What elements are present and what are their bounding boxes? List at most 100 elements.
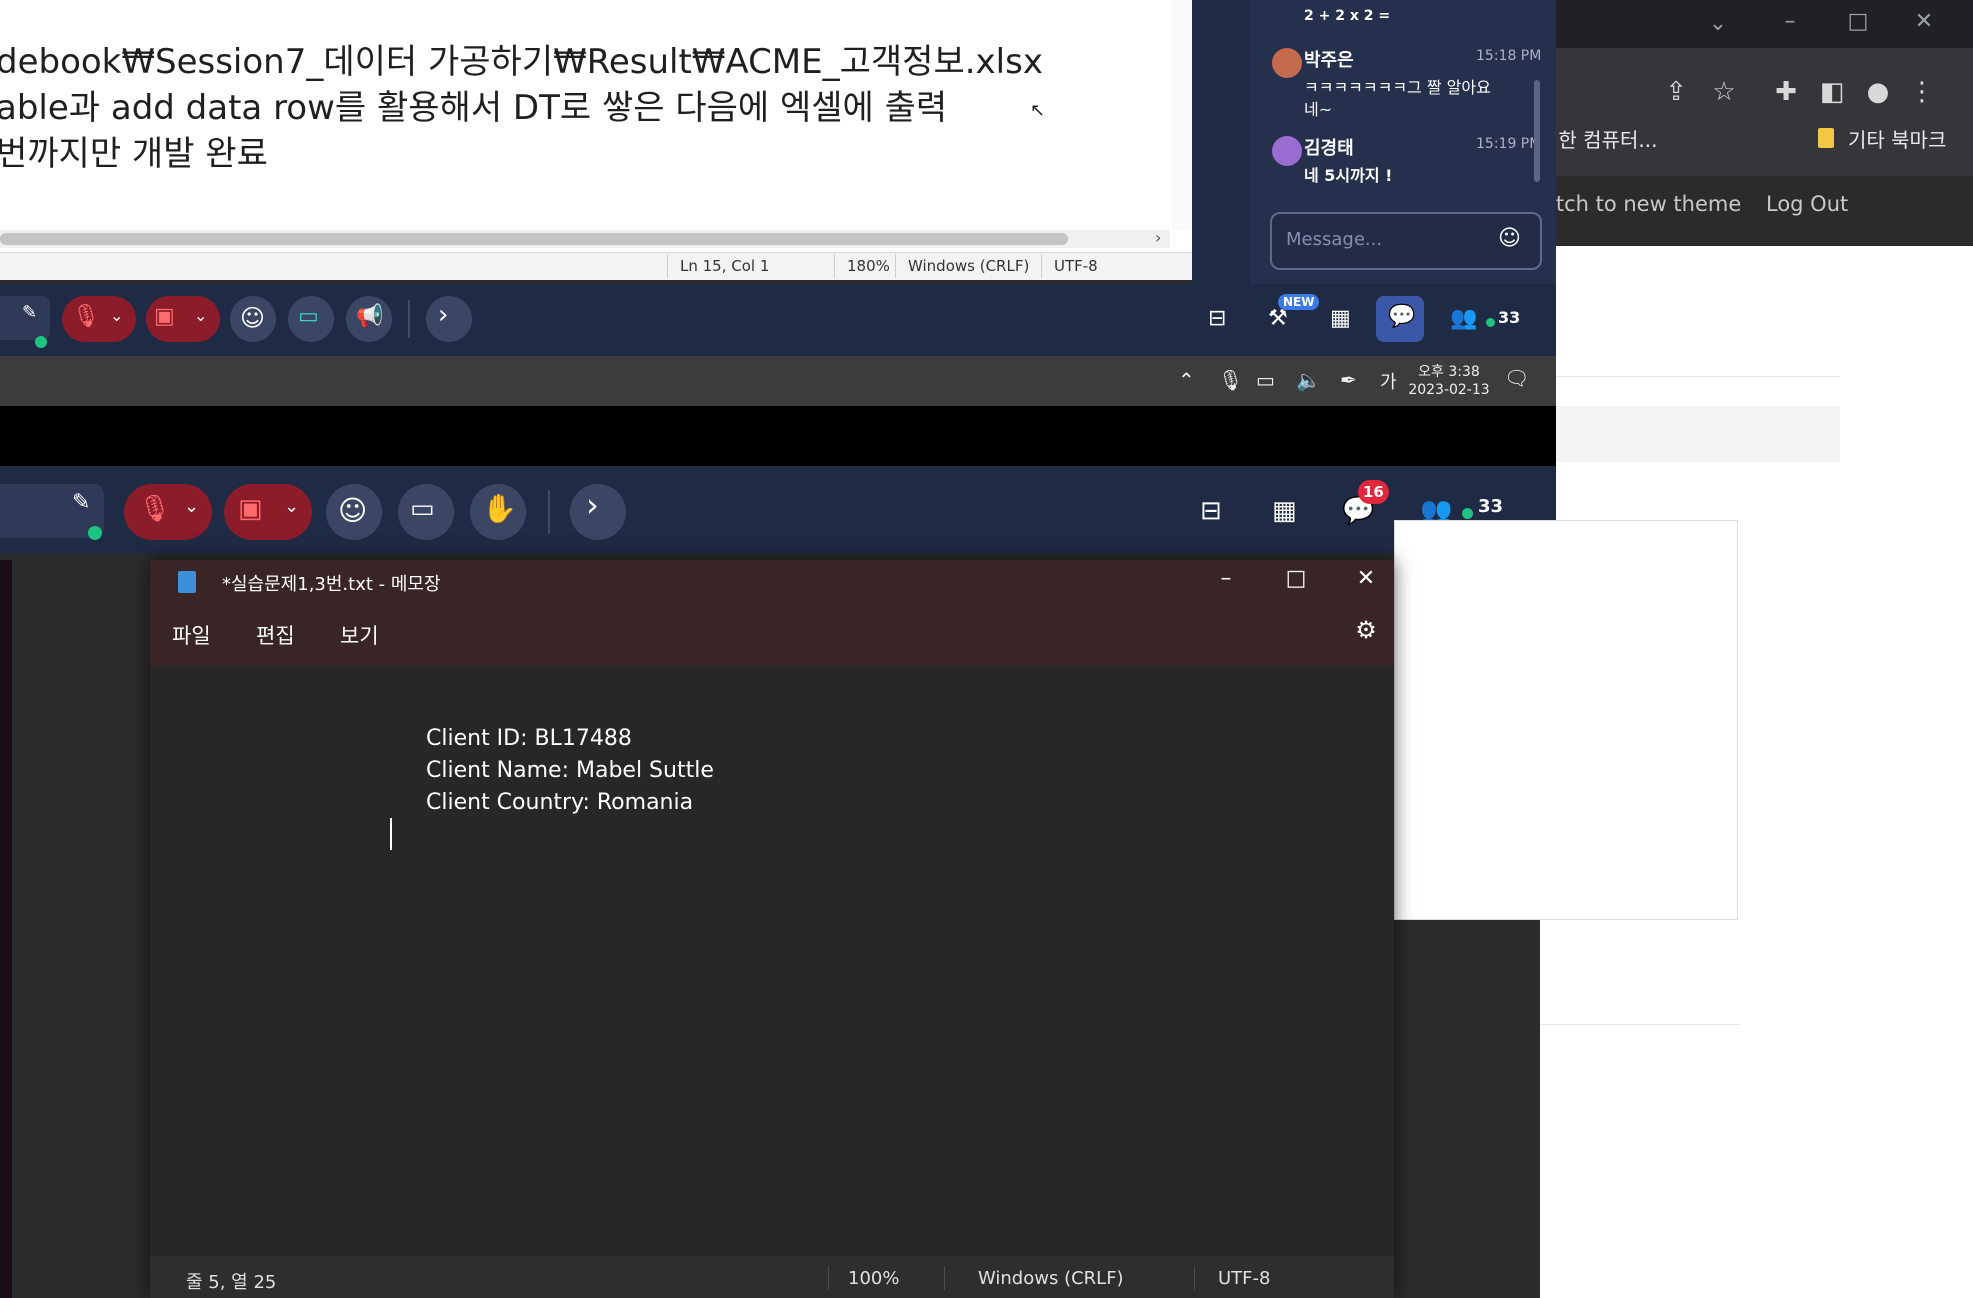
hand-icon: ✋ <box>482 492 517 525</box>
chat-message-line: 네 5시까지 ! <box>1304 166 1393 185</box>
extensions-icon[interactable]: ✚ <box>1766 72 1806 112</box>
chat-time: 15:18 PM <box>1476 48 1542 64</box>
maximize-icon[interactable]: □ <box>1276 566 1316 591</box>
text-line: debook₩Session7_데이터 가공하기₩Result₩ACME_고객정… <box>0 42 1043 82</box>
volume-icon[interactable]: 🔈 <box>1296 368 1321 392</box>
whiteboard-icon[interactable]: ⊟ <box>1208 306 1226 331</box>
bookmarks-bar: 위한 컴퓨터... 기타 북마크 <box>1540 128 1973 176</box>
windows-taskbar: ⌃ 🎙 ▭ 🔈 ✒ 가 오후 3:38 2023-02-13 🗨 <box>0 356 1556 406</box>
close-icon[interactable]: ✕ <box>1346 566 1386 591</box>
vertical-scrollbar[interactable] <box>1172 0 1192 230</box>
divider <box>944 1266 945 1290</box>
logout-link[interactable]: Log Out <box>1766 192 1848 216</box>
edit-pencil-icon[interactable]: ✎ <box>72 490 90 515</box>
bookmark-item[interactable]: 위한 컴퓨터... <box>1540 124 1657 153</box>
folder-icon <box>1818 128 1834 148</box>
browser-toolbar: ⇪ ☆ ✚ ◧ ● ⋮ <box>1540 48 1973 136</box>
participants-icon[interactable]: 👥 <box>1450 306 1477 331</box>
maximize-icon[interactable]: □ <box>1836 0 1880 44</box>
profile-avatar-icon[interactable]: ● <box>1858 72 1898 112</box>
unread-badge: 16 <box>1358 480 1389 504</box>
microphone-icon[interactable]: 🎙 <box>1218 368 1243 392</box>
more-button[interactable] <box>426 296 472 342</box>
chat-scrollbar[interactable] <box>1534 80 1540 182</box>
chat-message-line: 네~ <box>1304 100 1333 119</box>
camera-off-icon: ▣ <box>154 304 175 329</box>
scroll-right-icon[interactable]: › <box>1155 228 1161 247</box>
monitor-icon: ▭ <box>298 304 319 329</box>
chevron-right-icon: › <box>586 486 599 524</box>
participant-count: 33 <box>1478 496 1504 517</box>
clock-time[interactable]: 오후 3:38 <box>1414 361 1484 381</box>
online-status-dot <box>1462 508 1473 519</box>
new-badge: NEW <box>1278 294 1320 310</box>
encoding: UTF-8 <box>1218 1268 1271 1289</box>
cursor-position: 줄 5, 열 25 <box>186 1272 277 1293</box>
whiteboard-icon[interactable]: ⊟ <box>1200 496 1222 526</box>
black-strip <box>0 406 1556 466</box>
chevron-down-icon[interactable]: ⌄ <box>184 496 199 517</box>
emoji-icon[interactable]: ☺ <box>1498 226 1521 251</box>
chat-partial-message: 2 + 2 x 2 = <box>1304 8 1391 24</box>
chat-input-placeholder: Message... <box>1286 229 1383 250</box>
menu-edit[interactable]: 편집 <box>256 620 295 650</box>
meeting-toolbar-bottom: ✎ 🎙 ⌄ ▣ ⌄ ☺ ▭ ✋ › ⊟ ▦ 💬 16 👥 33 <box>0 466 1556 554</box>
menu-view[interactable]: 보기 <box>340 620 379 650</box>
clock-date[interactable]: 2023-02-13 <box>1406 382 1492 398</box>
share-icon[interactable]: ⇪ <box>1656 72 1696 112</box>
bookmark-star-icon[interactable]: ☆ <box>1704 72 1744 112</box>
divider <box>1540 1024 1740 1025</box>
online-status-dot <box>35 336 47 348</box>
monitor-icon: ▭ <box>410 494 435 524</box>
edit-pencil-icon[interactable]: ✎ <box>22 302 37 323</box>
text-caret <box>390 818 392 850</box>
zoom-level: 100% <box>848 1268 900 1289</box>
close-icon[interactable]: ✕ <box>1902 0 1946 44</box>
ime-indicator[interactable]: 가 <box>1380 368 1397 394</box>
network-icon[interactable]: ▭ <box>1256 368 1275 392</box>
chevron-down-icon[interactable]: ⌄ <box>194 306 207 325</box>
pen-icon[interactable]: ✒ <box>1340 368 1357 392</box>
divider <box>1540 376 1840 377</box>
chat-message-line: ㅋㅋㅋㅋㅋㅋㅋ그 짤 알아요 <box>1304 78 1491 97</box>
chevron-down-icon[interactable]: ⌄ <box>284 496 299 517</box>
switch-theme-link[interactable]: itch to new theme <box>1550 192 1741 216</box>
side-panel-icon[interactable]: ◧ <box>1812 72 1852 112</box>
browser-menu-icon[interactable]: ⋮ <box>1902 72 1942 112</box>
browser-titlebar: ⌄ – □ ✕ <box>1540 0 1973 48</box>
chat-sender: 김경태 <box>1304 138 1354 159</box>
menu-file[interactable]: 파일 <box>172 620 211 650</box>
status-bar: 줄 5, 열 25 100% Windows (CRLF) UTF-8 <box>150 1256 1394 1298</box>
minimize-icon[interactable]: – <box>1206 566 1246 591</box>
text-editor[interactable] <box>150 666 1394 1256</box>
avatar <box>1272 136 1302 166</box>
encoding: UTF-8 <box>1041 254 1098 278</box>
site-nav: itch to new theme Log Out <box>1540 176 1973 246</box>
divider <box>1194 1266 1195 1290</box>
text-line: Client ID: BL17488 <box>426 726 632 751</box>
calendar-icon[interactable]: ▦ <box>1272 496 1297 526</box>
settings-gear-icon[interactable]: ⚙ <box>1346 616 1386 644</box>
divider <box>548 490 550 534</box>
cursor-position: Ln 15, Col 1 <box>667 254 769 278</box>
line-ending: Windows (CRLF) <box>895 254 1029 278</box>
minimize-icon[interactable]: – <box>1768 0 1812 44</box>
divider <box>828 1266 829 1290</box>
microphone-off-icon: 🎙 <box>72 304 100 329</box>
other-bookmarks-label[interactable]: 기타 북마크 <box>1848 124 1946 153</box>
calendar-icon[interactable]: ▦ <box>1330 306 1351 331</box>
window-title: *실습문제1,3번.txt - 메모장 <box>222 574 441 595</box>
notepad-titlebar: *실습문제1,3번.txt - 메모장 – □ ✕ <box>150 560 1394 604</box>
chat-panel: 2 + 2 x 2 = 박주은 15:18 PM ㅋㅋㅋㅋㅋㅋㅋ그 짤 알아요 … <box>1192 0 1556 284</box>
chevron-down-icon[interactable]: ⌄ <box>110 306 123 325</box>
text-line: 번까지만 개발 완료 <box>0 134 268 174</box>
notification-icon[interactable]: 🗨 <box>1504 366 1529 390</box>
notepad-window-top: debook₩Session7_데이터 가공하기₩Result₩ACME_고객정… <box>0 0 1192 280</box>
chevron-right-icon: › <box>438 300 449 330</box>
smiley-icon: ☺ <box>338 494 368 527</box>
meeting-toolbar-top: ✎ 🎙 ⌄ ▣ ⌄ ☺ ▭ 📢 › ⊟ ⚒ NEW ▦ 💬 👥 33 <box>0 284 1556 356</box>
tab-dropdown-icon[interactable]: ⌄ <box>1696 2 1740 46</box>
chevron-up-icon[interactable]: ⌃ <box>1178 368 1195 392</box>
scrollbar-thumb[interactable] <box>0 233 1068 245</box>
text-line: Client Country: Romania <box>426 790 694 815</box>
